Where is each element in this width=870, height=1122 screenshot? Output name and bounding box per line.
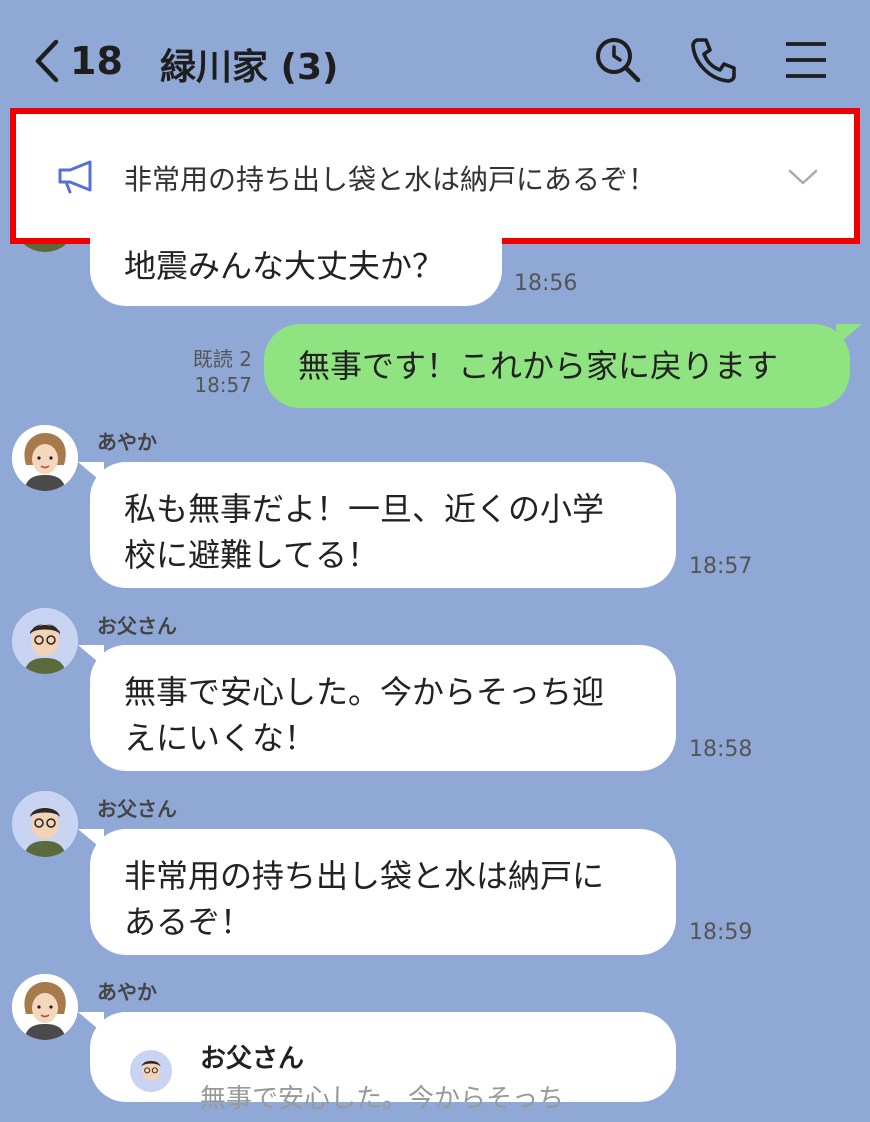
message-text-line: 無事で安心した。今からそっち迎 [124, 673, 605, 711]
ayaka-avatar-icon [12, 974, 78, 1040]
sender-name: お父さん [97, 797, 177, 821]
message-bubble[interactable]: 無事で安心した。今からそっち迎 えにいくな！ [78, 645, 676, 771]
sender-name: お父さん [97, 614, 177, 638]
chat-title: 緑川家 (3) [160, 47, 339, 88]
message-time: 18:58 [689, 737, 753, 762]
sender-name: あやか [97, 430, 157, 454]
back-button[interactable]: 18 [30, 38, 123, 84]
dad-avatar-icon [12, 791, 78, 857]
avatar[interactable] [12, 425, 78, 491]
message-text-line: 私も無事だよ！一旦、近くの小学 [124, 490, 605, 528]
dad-avatar-icon [12, 608, 78, 674]
reply-message-bubble[interactable]: お父さん 無事で安心した。今からそっち [78, 1012, 676, 1114]
message-time: 18:57 [689, 554, 753, 579]
chevron-left-icon [35, 39, 59, 83]
search-button[interactable] [592, 34, 644, 86]
megaphone-icon [58, 160, 92, 194]
phone-icon [691, 38, 736, 83]
unread-count: 18 [70, 39, 123, 83]
search-icon [596, 38, 641, 83]
message-text-line: 非常用の持ち出し袋と水は納戸に [124, 857, 605, 895]
quoted-avatar [130, 1050, 172, 1092]
avatar[interactable] [12, 791, 78, 857]
chevron-down-icon[interactable] [786, 162, 820, 192]
message-text-line: あるぞ！ [124, 903, 253, 941]
message-text: 無事です！これから家に戻ります [298, 347, 779, 385]
call-button[interactable] [688, 34, 740, 86]
message-bubble[interactable]: 非常用の持ち出し袋と水は納戸に あるぞ！ [78, 829, 676, 955]
quoted-text: 無事で安心した。今からそっち [200, 1084, 565, 1114]
avatar[interactable] [12, 608, 78, 674]
ayaka-avatar-icon [12, 425, 78, 491]
message-time: 18:57 [194, 373, 252, 397]
avatar[interactable] [12, 974, 78, 1040]
my-message-bubble[interactable]: 無事です！これから家に戻ります [264, 324, 862, 408]
chat-header: 18 緑川家 (3) [0, 0, 870, 120]
announcement-text: 非常用の持ち出し袋と水は納戸にあるぞ！ [124, 163, 657, 196]
message-bubble[interactable]: 地震みんな大丈夫か？ [90, 234, 502, 306]
announcement-banner[interactable]: 非常用の持ち出し袋と水は納戸にあるぞ！ [10, 108, 860, 244]
menu-button[interactable] [780, 34, 832, 86]
message-time: 18:56 [514, 271, 578, 296]
read-receipt: 既読 2 18:57 [150, 346, 252, 398]
message-text: 地震みんな大丈夫か？ [124, 247, 445, 285]
message-text-line: えにいくな！ [124, 719, 317, 757]
message-time: 18:59 [689, 920, 753, 945]
menu-icon [786, 42, 826, 78]
dad-avatar-icon [130, 1050, 172, 1092]
sender-name: あやか [97, 980, 157, 1004]
message-bubble[interactable]: 私も無事だよ！一旦、近くの小学 校に避難してる！ [78, 462, 676, 588]
read-count: 既読 2 [192, 347, 252, 371]
message-text-line: 校に避難してる！ [124, 536, 380, 574]
